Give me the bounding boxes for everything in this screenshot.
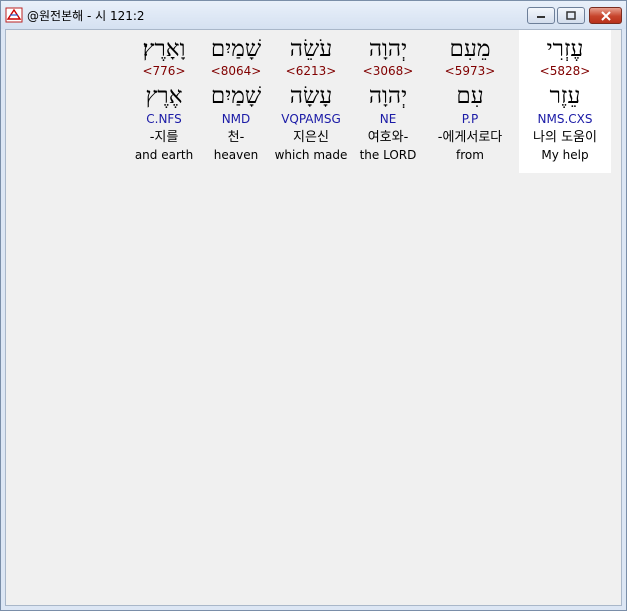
app-logo-icon bbox=[5, 7, 23, 23]
strong-number[interactable]: <776> bbox=[118, 64, 210, 79]
english-gloss: My help bbox=[541, 148, 589, 162]
strong-number[interactable]: <5828> bbox=[519, 64, 611, 79]
morphology-code: NMS.CXS bbox=[537, 112, 593, 126]
word-column-1[interactable]: עֶזְרִי <5828> עֵזֶר NMS.CXS 나의 도움이 My h… bbox=[519, 30, 611, 173]
maximize-icon bbox=[566, 10, 576, 20]
interlinear-panel: עֶזְרִי <5828> עֵזֶר NMS.CXS 나의 도움이 My h… bbox=[5, 29, 622, 606]
hebrew-word: וָאָרֶץ׃ bbox=[142, 36, 186, 62]
maximize-button[interactable] bbox=[557, 7, 585, 24]
morphology-code: P.P bbox=[461, 112, 479, 126]
english-gloss: from bbox=[456, 148, 484, 162]
app-window: @원전본해 - 시 121:2 עֶזְרִי <5828> עֵזֶר NMS… bbox=[0, 0, 627, 611]
hebrew-word: מֵעִם bbox=[449, 36, 491, 62]
window-title: @원전본해 - 시 121:2 bbox=[27, 9, 145, 23]
morphology-code: C.NFS bbox=[146, 112, 182, 126]
hebrew-lemma: עֵזֶר bbox=[549, 83, 581, 109]
word-column-2[interactable]: מֵעִם <5973> עִם P.P -에게서로다 from bbox=[424, 30, 516, 173]
korean-gloss: -에게서로다 bbox=[437, 130, 503, 145]
word-column-6[interactable]: וָאָרֶץ׃ <776> אֶרֶץ C.NFS -지를 and earth bbox=[118, 30, 210, 173]
minimize-icon bbox=[537, 15, 545, 18]
close-button[interactable] bbox=[589, 7, 622, 24]
hebrew-lemma: אֶרֶץ bbox=[145, 83, 183, 109]
minimize-button[interactable] bbox=[527, 7, 555, 24]
hebrew-lemma: עִם bbox=[456, 83, 484, 109]
english-gloss: and earth bbox=[134, 148, 194, 162]
close-icon bbox=[600, 10, 611, 21]
korean-gloss: -지를 bbox=[149, 130, 179, 145]
strong-number[interactable]: <5973> bbox=[424, 64, 516, 79]
korean-gloss: 나의 도움이 bbox=[533, 130, 597, 145]
title-bar[interactable]: @원전본해 - 시 121:2 bbox=[1, 1, 626, 29]
hebrew-word: עֶזְרִי bbox=[546, 36, 584, 62]
